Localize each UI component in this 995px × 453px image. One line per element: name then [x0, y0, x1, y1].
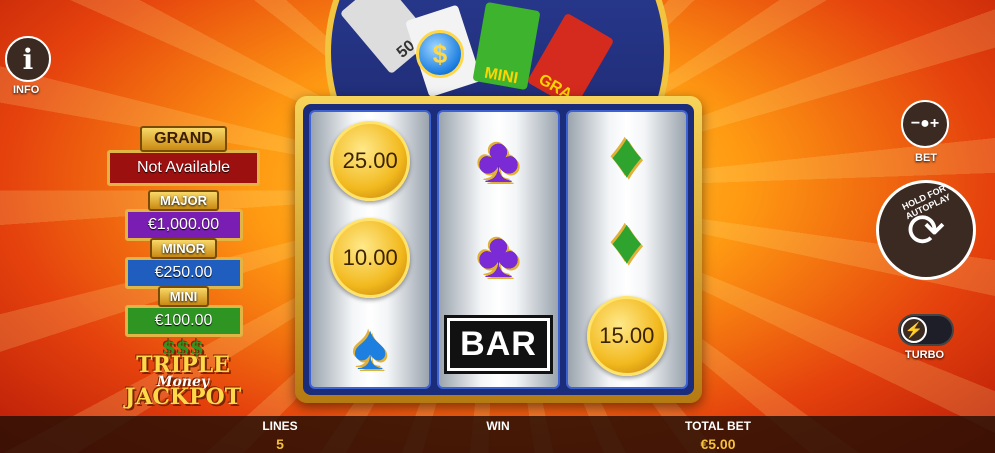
- wheel-segment-grand: GRA: [526, 12, 615, 110]
- jackpot-major-title: MAJOR: [148, 190, 219, 211]
- info-icon: i: [22, 42, 34, 76]
- turbo-toggle[interactable]: ⚡: [898, 314, 954, 346]
- info-label: INFO: [13, 84, 40, 96]
- turbo-label: TURBO: [905, 349, 945, 361]
- jackpot-mini-title: MINI: [157, 286, 210, 307]
- lines-value: 5: [276, 436, 284, 452]
- jackpot-major: MAJOR €1,000.00: [107, 190, 260, 241]
- total-bet-label: TOTAL BET: [685, 419, 751, 433]
- bet-label: BET: [915, 152, 937, 164]
- lightning-icon: ⚡: [901, 317, 927, 343]
- coin-stack-icon: −●+: [910, 115, 940, 132]
- dollar-coin-icon: $: [416, 30, 464, 78]
- reels-frame: 25.00 10.00 ♠ ♣ ♣ BAR ♦ ♦ 15.00: [295, 96, 702, 403]
- lines-stat: LINES 5: [260, 419, 300, 452]
- game-logo: $$$ TRIPLE Money JACKPOT: [124, 337, 242, 411]
- jackpot-major-value: €1,000.00: [124, 209, 243, 241]
- win-label: WIN: [486, 419, 510, 433]
- bottom-bar: LINES 5 WIN TOTAL BET €5.00: [0, 416, 995, 453]
- logo-line1: TRIPLE: [136, 352, 230, 378]
- lines-label: LINES: [262, 419, 298, 433]
- reel-1: 25.00 10.00 ♠: [309, 110, 432, 389]
- jackpot-grand-value: Not Available: [107, 150, 260, 186]
- bar-symbol: BAR: [444, 315, 553, 375]
- jackpot-minor-title: MINOR: [149, 238, 218, 259]
- info-button[interactable]: i: [5, 36, 51, 82]
- club-symbol-icon: ♣: [477, 218, 520, 291]
- club-symbol-icon: ♣: [477, 123, 520, 196]
- logo-line3: JACKPOT: [124, 384, 242, 411]
- total-bet-value: €5.00: [700, 436, 736, 452]
- coin-symbol: 25.00: [330, 120, 411, 201]
- total-bet-stat: TOTAL BET €5.00: [676, 419, 760, 452]
- spade-symbol-icon: ♠: [353, 310, 388, 383]
- reel-3: ♦ ♦ 15.00: [565, 110, 688, 389]
- reels-container: 25.00 10.00 ♠ ♣ ♣ BAR ♦ ♦ 15.00: [303, 104, 694, 395]
- coin-symbol: 15.00: [586, 295, 667, 376]
- diamond-symbol-icon: ♦: [610, 119, 644, 192]
- jackpot-grand: GRAND Not Available: [107, 126, 260, 186]
- jackpot-grand-title: GRAND: [140, 126, 227, 152]
- diamond-symbol-icon: ♦: [610, 205, 644, 278]
- jackpot-minor-value: €250.00: [124, 257, 243, 289]
- reel-2: ♣ ♣ BAR: [437, 110, 560, 389]
- jackpot-minor: MINOR €250.00: [107, 238, 260, 289]
- win-stat: WIN: [478, 419, 518, 436]
- jackpot-mini: MINI €100.00: [107, 286, 260, 337]
- jackpot-mini-value: €100.00: [124, 305, 243, 337]
- coin-symbol: 10.00: [330, 217, 411, 298]
- bet-button[interactable]: −●+: [901, 100, 949, 148]
